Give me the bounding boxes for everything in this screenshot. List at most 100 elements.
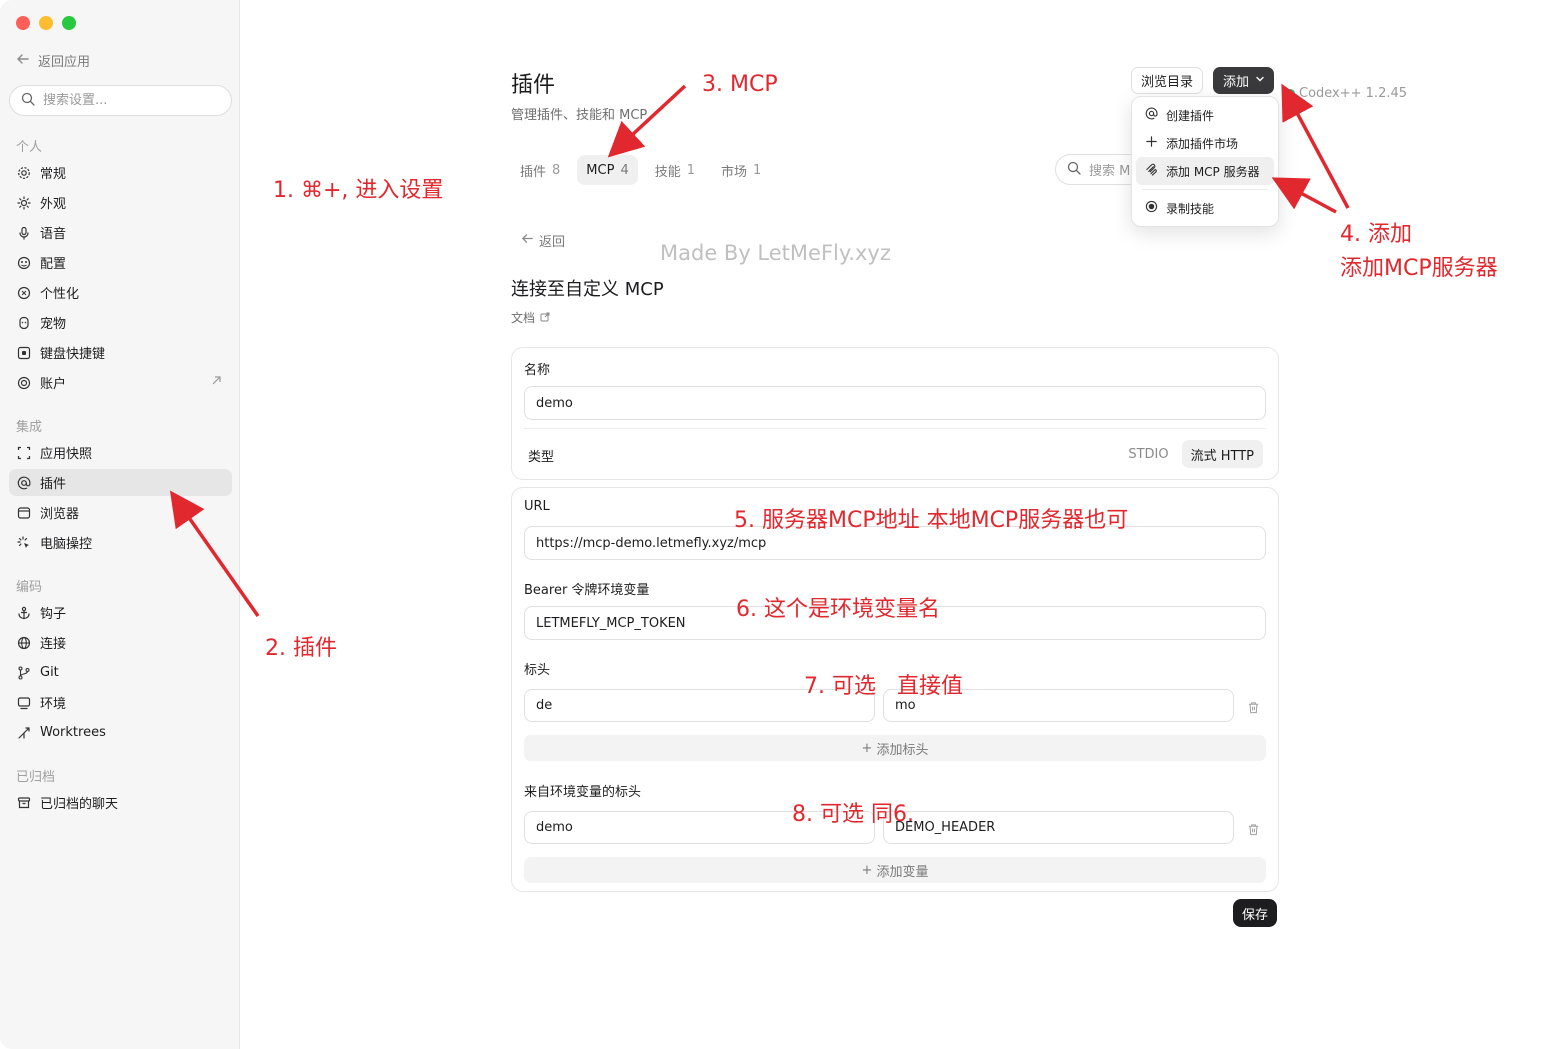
group-label-personal: 个人 (16, 140, 43, 155)
menu-item-record-skill[interactable]: 录制技能 (1136, 194, 1274, 222)
env-header-value-input[interactable]: DEMO_HEADER (883, 811, 1234, 844)
sidebar-item-label: Worktrees (40, 725, 106, 740)
sidebar: 返回应用 个人 常规 外观 语音 配置 个性化 (0, 0, 240, 1049)
url-label: URL (524, 499, 550, 514)
globe-icon (17, 636, 31, 650)
menu-separator (1142, 189, 1268, 190)
external-link-icon (540, 311, 550, 325)
save-button[interactable]: 保存 (1233, 899, 1278, 927)
headers-label: 标头 (524, 663, 551, 678)
sun-icon (17, 195, 31, 210)
add-dropdown-menu: 创建插件 添加插件市场 添加 MCP 服务器 录制技能 (1131, 96, 1279, 227)
sidebar-item-label: 宠物 (40, 317, 67, 332)
annotation-step-4-line2: 添加MCP服务器 (1340, 256, 1498, 281)
minimize-window-button[interactable] (39, 16, 53, 30)
back-link[interactable]: 返回 (521, 231, 565, 250)
docs-link[interactable]: 文档 (511, 309, 550, 326)
trash-icon[interactable] (1247, 821, 1261, 836)
chevron-down-icon (1255, 73, 1265, 88)
browse-directory-button[interactable]: 浏览目录 (1131, 67, 1204, 94)
sidebar-item-connections[interactable]: 连接 (9, 629, 232, 656)
sidebar-item-hooks[interactable]: 钩子 (9, 599, 232, 626)
menu-item-add-marketplace[interactable]: 添加插件市场 (1136, 129, 1274, 157)
close-window-button[interactable] (16, 16, 30, 30)
sidebar-item-label: 插件 (40, 477, 67, 492)
sidebar-item-label: 连接 (40, 637, 67, 652)
back-to-app-label: 返回应用 (38, 55, 91, 70)
version-label: Codex++ 1.2.45 (1299, 86, 1408, 101)
config-icon (17, 256, 31, 270)
menu-item-add-mcp-server[interactable]: 添加 MCP 服务器 (1136, 157, 1274, 185)
sidebar-item-personalize[interactable]: 个性化 (9, 279, 232, 306)
sidebar-item-pet[interactable]: 宠物 (9, 309, 232, 336)
watermark: Made By LetMeFly.xyz (660, 241, 891, 265)
group-label-integrations: 集成 (16, 420, 43, 435)
worktree-icon (17, 726, 31, 740)
sidebar-item-browser[interactable]: 浏览器 (9, 499, 232, 526)
sidebar-item-appearance[interactable]: 外观 (9, 189, 232, 216)
bearer-label: Bearer 令牌环境变量 (524, 583, 650, 598)
name-input[interactable]: demo (524, 386, 1266, 420)
git-branch-icon (17, 665, 31, 680)
tab-plugins[interactable]: 插件 8 (511, 155, 569, 185)
plus-icon (1145, 135, 1158, 151)
sidebar-item-environment[interactable]: 环境 (9, 689, 232, 716)
page-title: 插件 (511, 73, 556, 98)
sidebar-item-config[interactable]: 配置 (9, 249, 232, 276)
menu-item-create-plugin[interactable]: 创建插件 (1136, 101, 1274, 129)
sidebar-item-label: Git (40, 665, 59, 680)
arrow-left-icon (521, 232, 534, 249)
page-subtitle: 管理插件、技能和 MCP (511, 108, 648, 123)
divider (524, 428, 1266, 429)
sidebar-item-account[interactable]: 账户 (9, 369, 232, 396)
zoom-window-button[interactable] (62, 16, 76, 30)
sidebar-item-worktrees[interactable]: Worktrees (9, 719, 232, 746)
sidebar-item-keyboard-shortcuts[interactable]: 键盘快捷键 (9, 339, 232, 366)
add-button[interactable]: 添加 (1213, 67, 1275, 94)
tab-market[interactable]: 市场 1 (712, 155, 770, 185)
version-indicator: Codex++ 1.2.45 (1286, 86, 1407, 101)
annotation-step-8: 8. 可选 同6. (792, 802, 914, 827)
settings-search[interactable] (9, 85, 232, 116)
gear-icon (17, 166, 31, 180)
anchor-icon (17, 606, 31, 620)
trash-icon[interactable] (1247, 699, 1261, 714)
back-to-app-link[interactable]: 返回应用 (16, 51, 90, 70)
account-icon (17, 376, 31, 390)
annotation-step-7: 7. 可选 直接值 (804, 674, 963, 699)
add-button-label: 添加 (1223, 75, 1250, 90)
sidebar-item-archived-chats[interactable]: 已归档的聊天 (9, 789, 232, 816)
browser-icon (17, 506, 31, 520)
at-icon (17, 476, 31, 490)
menu-item-label: 添加 MCP 服务器 (1166, 164, 1260, 179)
status-dot (1286, 89, 1295, 98)
type-option-stdio[interactable]: STDIO (1119, 440, 1177, 468)
settings-search-input[interactable] (43, 93, 213, 108)
sidebar-item-computer-control[interactable]: 电脑操控 (9, 529, 232, 556)
at-icon (1145, 107, 1158, 123)
add-header-label: 添加标头 (876, 742, 929, 758)
sidebar-item-voice[interactable]: 语音 (9, 219, 232, 246)
group-label-coding: 编码 (16, 580, 43, 595)
menu-item-label: 录制技能 (1166, 201, 1215, 216)
annotation-step-5: 5. 服务器MCP地址 本地MCP服务器也可 (734, 508, 1129, 533)
tab-skills[interactable]: 技能 1 (646, 155, 704, 185)
archive-icon (17, 796, 31, 810)
type-selector: STDIO 流式 HTTP (1119, 440, 1263, 468)
menu-item-label: 创建插件 (1166, 108, 1215, 123)
sidebar-item-label: 常规 (40, 167, 67, 182)
sidebar-item-general[interactable]: 常规 (9, 159, 232, 186)
add-variable-button[interactable]: + 添加变量 (524, 857, 1266, 883)
sidebar-item-label: 已归档的聊天 (40, 797, 119, 812)
type-label: 类型 (528, 450, 555, 465)
settings-window: 返回应用 个人 常规 外观 语音 配置 个性化 (0, 0, 1549, 1049)
sidebar-item-plugins[interactable]: 插件 (9, 469, 232, 496)
external-link-icon (211, 375, 222, 390)
tab-mcp[interactable]: MCP 4 (577, 155, 638, 185)
type-option-streaming-http[interactable]: 流式 HTTP (1181, 440, 1263, 468)
sidebar-item-app-snapshot[interactable]: 应用快照 (9, 439, 232, 466)
add-header-button[interactable]: + 添加标头 (524, 735, 1266, 761)
sidebar-item-git[interactable]: Git (9, 659, 232, 686)
record-icon (1145, 200, 1158, 216)
sidebar-item-label: 环境 (40, 697, 67, 712)
